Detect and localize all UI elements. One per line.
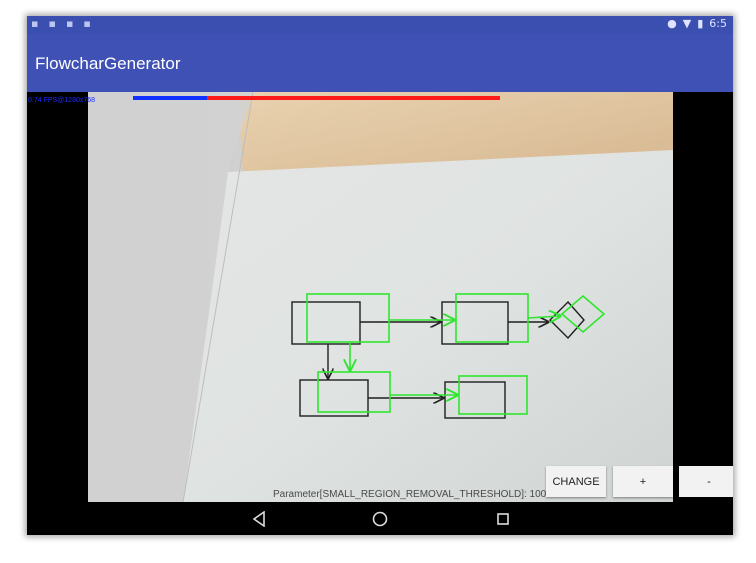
system-icons: ● ▼ ▮ 6:5 [667, 17, 727, 30]
camera-photo [88, 92, 673, 502]
progress-bar-red [207, 96, 500, 100]
notification-icon: ▪ [48, 17, 56, 30]
change-button[interactable]: CHANGE [546, 466, 606, 497]
device-screen: ▪ ▪ ▪ ▪ ● ▼ ▮ 6:5 FlowcharGenerator 0.74… [27, 16, 733, 535]
app-title: FlowcharGenerator [35, 54, 181, 73]
notification-icons: ▪ ▪ ▪ ▪ [31, 17, 91, 30]
battery-saver-icon: ● [667, 17, 677, 30]
camera-preview[interactable]: 0.74 FPS@1280x768 Parameter[SMALL_REGION… [27, 92, 733, 502]
app-bar: FlowcharGenerator [27, 34, 733, 92]
wifi-icon: ▼ [682, 17, 692, 30]
status-bar: ▪ ▪ ▪ ▪ ● ▼ ▮ 6:5 [27, 16, 733, 34]
fps-readout: 0.74 FPS@1280x768 [28, 97, 96, 104]
notification-icon: ▪ [65, 17, 74, 30]
notification-icon: ▪ [83, 17, 91, 30]
battery-icon: ▮ [697, 17, 704, 30]
home-circle-icon[interactable] [365, 507, 395, 531]
notification-icon: ▪ [31, 17, 39, 30]
recent-square-icon[interactable] [488, 507, 518, 531]
increase-button[interactable]: + [613, 466, 673, 497]
clock: 6:5 [709, 17, 727, 30]
back-triangle-icon[interactable] [244, 507, 274, 531]
decrease-button[interactable]: - [679, 466, 733, 497]
navigation-bar [27, 502, 733, 535]
parameter-label: Parameter[SMALL_REGION_REMOVAL_THRESHOLD… [273, 489, 547, 500]
progress-bar-blue [133, 96, 207, 100]
